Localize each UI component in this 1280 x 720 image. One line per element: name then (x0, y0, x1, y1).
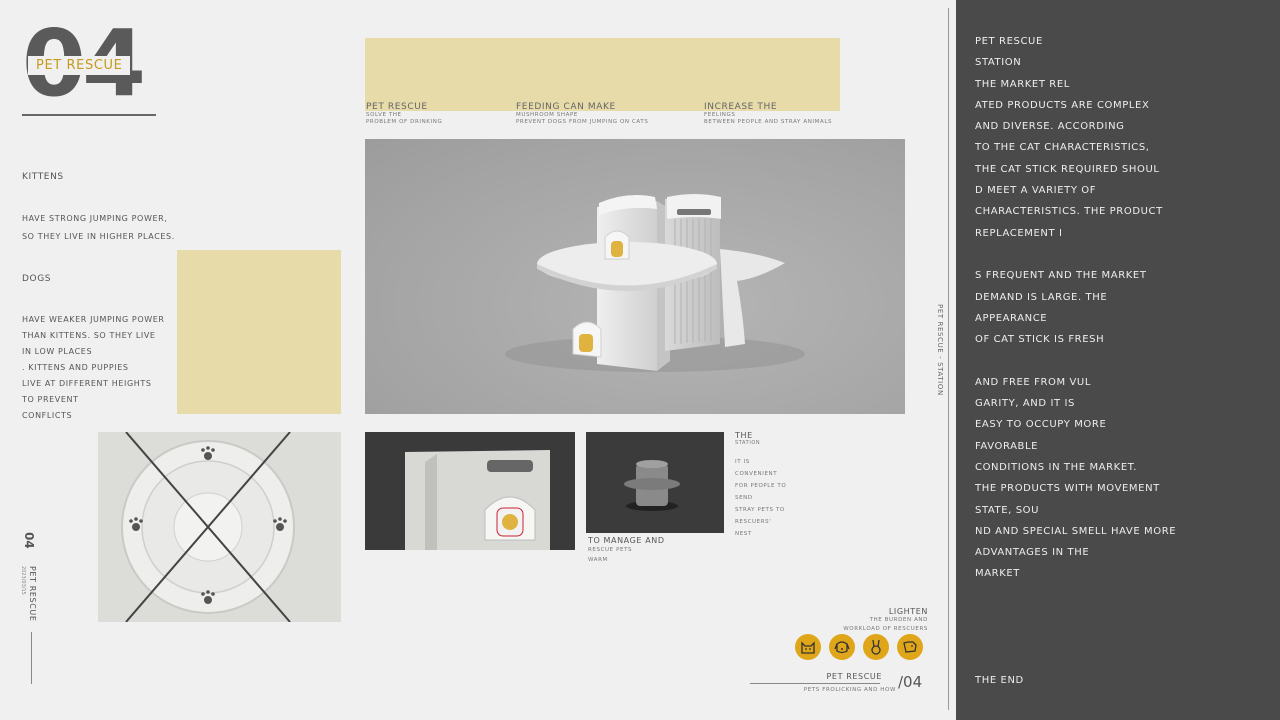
manage-title: To manage and (588, 536, 665, 545)
panel-line (975, 350, 1265, 371)
footer-label: Pet Rescue (826, 672, 882, 681)
dogs-line: in low places (22, 347, 93, 356)
panel-line: and diverse. According (975, 121, 1125, 133)
kittens-line: Have strong jumping power, (22, 214, 168, 223)
footer-rule (750, 683, 880, 684)
header-divider (22, 114, 156, 116)
station-line: for people to (735, 483, 787, 489)
panel-line: advantages in the (975, 547, 1090, 559)
panel-line: replacement i (975, 227, 1063, 239)
lighten-title: Lighten (888, 607, 928, 616)
panel-line: easy to occupy more (975, 419, 1107, 431)
description-panel: Pet Rescue Station The market rel ated p… (956, 0, 1280, 720)
main-product-render (365, 139, 905, 414)
panel-line: market (975, 568, 1021, 580)
panel-line: state, sou (975, 504, 1040, 516)
mid-yellow-block (177, 250, 341, 414)
vertical-section-label: 04 Pet Rescue 2023/03/15 (20, 532, 42, 687)
lighten-caption: Lighten the burden and workload of rescu… (800, 607, 928, 634)
kittens-line: so they live in higher places. (22, 232, 175, 241)
detail-render-mini (586, 432, 724, 533)
station-line: nest (735, 531, 752, 537)
top-view-illustration (98, 432, 341, 622)
rabbit-icon (863, 634, 889, 660)
dogs-line: to prevent (22, 395, 79, 404)
vertical-divider (948, 8, 949, 710)
panel-line: characteristics. The product (975, 206, 1163, 218)
panel-line: d meet a variety of (975, 185, 1097, 197)
caption-feeding: Feeding can make mushroom shape prevent … (516, 102, 648, 126)
panel-line: of cat stick is fresh (975, 334, 1105, 346)
panel-line: The market rel (975, 78, 1070, 90)
top-yellow-block (365, 38, 840, 111)
station-sub: station (735, 440, 761, 446)
dogs-line: live at different heights (22, 379, 152, 388)
station-line: stray pets to (735, 507, 785, 513)
caption-title: Pet Rescue (366, 102, 428, 112)
pet-station-illustration (505, 194, 805, 372)
caption-line: feelings (704, 112, 736, 118)
panel-line: the cat stick required shoul (975, 163, 1160, 175)
caption-line: Solve the (366, 112, 402, 118)
panel-line: ated products are complex (975, 99, 1150, 111)
door-detail-illustration (365, 432, 575, 550)
dogs-heading: Dogs (22, 274, 52, 284)
manage-line: rescue pets (588, 547, 633, 553)
panel-line: garity, and it is (975, 398, 1075, 410)
dogs-line: than kittens. so they live (22, 331, 156, 340)
top-view-render (98, 432, 341, 622)
caption-line: mushroom shape (516, 112, 578, 118)
panel-line: conditions in the market. (975, 461, 1138, 473)
the-end-label: The End (975, 675, 1024, 686)
station-caption: The station It is convenient for people … (735, 431, 805, 540)
panel-line (975, 244, 1265, 265)
lighten-line: the burden and (869, 617, 928, 623)
puppy-icon (897, 634, 923, 660)
station-line: rescuers' (735, 519, 772, 525)
station-title: The (735, 431, 753, 440)
panel-line: s frequent and the market (975, 270, 1147, 282)
cat-face-icon (795, 634, 821, 660)
station-line: It is (735, 459, 750, 465)
vertical-title: Pet Rescue (28, 566, 37, 622)
caption-line: problem of drinking (366, 119, 443, 126)
panel-line: demand is large. The (975, 291, 1108, 303)
caption-line: between people and stray animals (704, 119, 833, 126)
vertical-number: 04 (22, 532, 36, 549)
panel-line: to the cat characteristics, (975, 142, 1150, 154)
lighten-line: workload of rescuers (843, 626, 928, 632)
caption-pet-rescue: Pet Rescue Solve the problem of drinking (366, 102, 442, 126)
panel-line: favorable (975, 440, 1039, 452)
station-line: send (735, 495, 753, 501)
vertical-rule (31, 632, 32, 684)
caption-title: Increase the (704, 102, 778, 112)
caption-increase: Increase the feelings between people and… (704, 102, 832, 126)
panel-line: Station (975, 57, 1022, 69)
panel-line: The products with movement (975, 483, 1160, 495)
station-line: convenient (735, 471, 778, 477)
pet-icons-row (795, 634, 923, 660)
vertical-station-label: Pet Rescue - Station (936, 300, 944, 400)
dogs-line: . Kittens and puppies (22, 363, 129, 372)
dogs-line: Have weaker jumping power (22, 315, 165, 324)
caption-title: Feeding can make (516, 102, 616, 112)
kittens-heading: Kittens (22, 172, 64, 182)
description-text: Pet Rescue Station The market rel ated p… (975, 31, 1265, 585)
dog-face-icon (829, 634, 855, 660)
manage-caption: To manage and rescue pets warm (588, 536, 665, 565)
vertical-date: 2023/03/15 (20, 566, 26, 595)
panel-line: and free from vul (975, 376, 1092, 388)
logo-label: Pet Rescue (28, 56, 131, 75)
caption-line: prevent dogs from jumping on cats (516, 119, 649, 126)
panel-line: appearance (975, 312, 1048, 324)
dogs-text: Have weaker jumping power than kittens. … (22, 312, 165, 424)
footer-page-number: /04 (898, 673, 923, 691)
detail-render-door (365, 432, 575, 550)
footer-sub: Pets frolicking and how (803, 687, 896, 693)
panel-line: nd and special smell have more (975, 525, 1177, 537)
mini-station-illustration (586, 432, 724, 533)
panel-line: Pet Rescue (975, 36, 1043, 47)
manage-line: warm (588, 557, 608, 563)
dogs-line: conflicts (22, 411, 73, 420)
